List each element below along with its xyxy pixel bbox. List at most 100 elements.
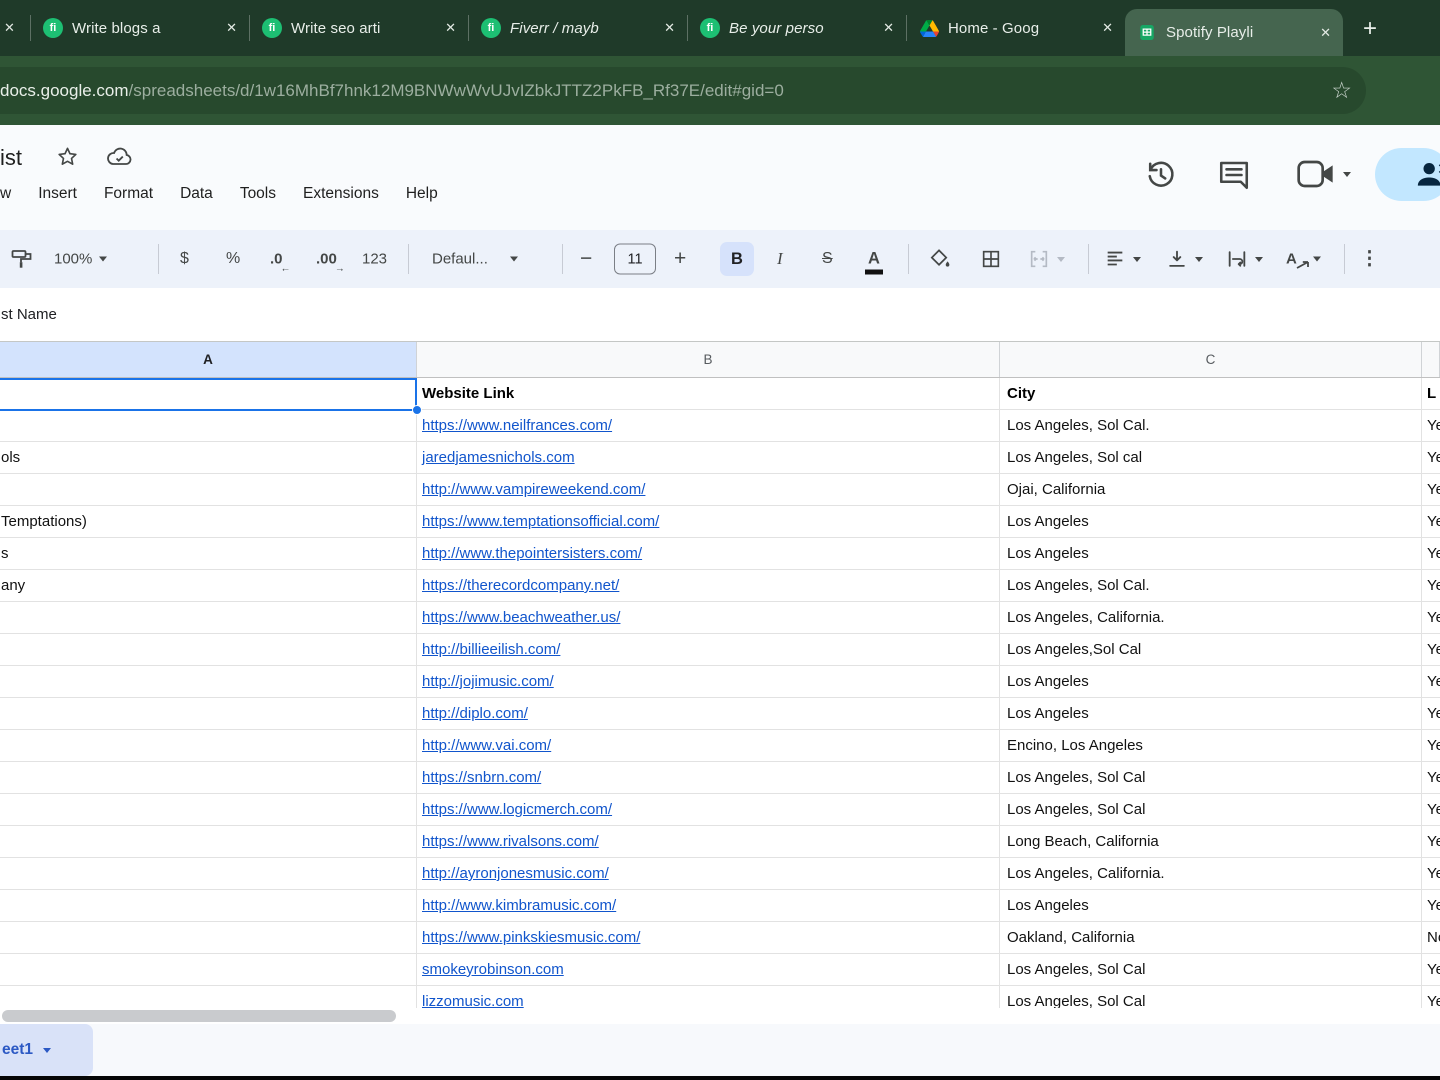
cell-d[interactable]: No	[1422, 922, 1440, 954]
new-tab-button[interactable]: +	[1355, 14, 1385, 44]
cell-b[interactable]: https://www.beachweather.us/	[417, 602, 1000, 634]
sheet-tab-menu-caret[interactable]	[43, 1048, 51, 1053]
cell-a[interactable]	[0, 794, 417, 826]
cell-b[interactable]: http://www.vampireweekend.com/	[417, 474, 1000, 506]
cell-c[interactable]: Los Angeles	[1000, 666, 1422, 698]
column-header-c[interactable]: C	[1000, 342, 1422, 377]
italic-button[interactable]: I	[777, 249, 783, 269]
cell-c[interactable]: Los Angeles, California.	[1000, 602, 1422, 634]
strikethrough-button[interactable]: S	[822, 250, 833, 268]
cell-a[interactable]	[0, 762, 417, 794]
more-formats-button[interactable]: 123	[362, 251, 387, 268]
cell-c[interactable]: Ojai, California	[1000, 474, 1422, 506]
cell-b[interactable]: http://ayronjonesmusic.com/	[417, 858, 1000, 890]
meet-camera-button[interactable]	[1296, 157, 1351, 191]
tab-close-icon[interactable]: ✕	[4, 20, 15, 36]
borders-button[interactable]	[980, 248, 1002, 270]
cell-a[interactable]	[0, 474, 417, 506]
cell-link[interactable]: https://therecordcompany.net/	[422, 577, 619, 594]
cell-b[interactable]: lizzomusic.com	[417, 986, 1000, 1008]
align-dropdown-caret[interactable]	[1133, 257, 1141, 262]
font-size-input[interactable]: 11	[614, 244, 656, 275]
bold-button[interactable]: B	[720, 242, 754, 276]
cell-c[interactable]: Los Angeles, Sol Cal	[1000, 986, 1422, 1008]
cell-a[interactable]	[0, 858, 417, 890]
cell-c[interactable]: Los Angeles, Sol Cal.	[1000, 570, 1422, 602]
text-color-button[interactable]: A	[868, 250, 880, 269]
browser-tab[interactable]: fiBe your perso✕	[688, 0, 906, 56]
cell-d[interactable]: Yes	[1422, 762, 1440, 794]
cell-c[interactable]: Los Angeles, California.	[1000, 858, 1422, 890]
cell-a[interactable]	[0, 954, 417, 986]
cell-c[interactable]: Los Angeles, Sol Cal	[1000, 762, 1422, 794]
cell-a[interactable]	[0, 826, 417, 858]
cell-link[interactable]: lizzomusic.com	[422, 993, 524, 1008]
menu-item-2[interactable]: Format	[104, 185, 153, 203]
cell-d[interactable]: L	[1422, 378, 1440, 410]
menu-item-5[interactable]: Extensions	[303, 185, 379, 203]
cell-b[interactable]: https://www.rivalsons.com/	[417, 826, 1000, 858]
sheet-tab[interactable]: eet1	[0, 1024, 93, 1076]
cell-d[interactable]: Yes	[1422, 954, 1440, 986]
format-percent-button[interactable]: %	[226, 250, 240, 268]
decrease-decimal-button[interactable]: .0←	[270, 251, 283, 268]
cell-b[interactable]: https://www.logicmerch.com/	[417, 794, 1000, 826]
cell-b[interactable]: https://snbrn.com/	[417, 762, 1000, 794]
cell-c[interactable]: Los Angeles,Sol Cal	[1000, 634, 1422, 666]
cell-c[interactable]: Encino, Los Angeles	[1000, 730, 1422, 762]
menu-item-3[interactable]: Data	[180, 185, 213, 203]
cell-d[interactable]: Yes	[1422, 986, 1440, 1008]
formula-bar[interactable]: st Name	[0, 288, 1440, 342]
menu-item-1[interactable]: Insert	[38, 185, 77, 203]
cell-link[interactable]: smokeyrobinson.com	[422, 961, 564, 978]
bookmark-star-icon[interactable]: ☆	[1331, 77, 1352, 104]
cell-a[interactable]: s	[0, 538, 417, 570]
font-select[interactable]: Defaul...	[432, 251, 518, 268]
cell-a[interactable]	[0, 410, 417, 442]
text-rotation-button[interactable]: A	[1286, 251, 1321, 268]
column-header-a[interactable]: A	[0, 342, 417, 377]
horizontal-scrollbar-thumb[interactable]	[2, 1010, 396, 1022]
cell-b[interactable]: Website Link	[417, 378, 1000, 410]
cell-d[interactable]: Yes	[1422, 890, 1440, 922]
browser-tab[interactable]: fiWrite seo arti✕	[250, 0, 468, 56]
paint-format-icon[interactable]	[10, 247, 34, 271]
cell-a[interactable]	[0, 986, 417, 1008]
star-document-icon[interactable]	[56, 145, 79, 168]
cell-d[interactable]: Yes	[1422, 602, 1440, 634]
cell-a[interactable]: Temptations)	[0, 506, 417, 538]
cell-d[interactable]: Yes	[1422, 826, 1440, 858]
cell-b[interactable]: http://billieeilish.com/	[417, 634, 1000, 666]
cell-d[interactable]: Yes	[1422, 730, 1440, 762]
camera-dropdown-caret[interactable]	[1343, 172, 1351, 177]
cell-d[interactable]: Yes	[1422, 794, 1440, 826]
partial-tab[interactable]: ✕	[0, 0, 30, 56]
tab-close-icon[interactable]: ✕	[660, 18, 679, 38]
vertical-align-button[interactable]	[1166, 248, 1203, 270]
cell-c[interactable]: Los Angeles, Sol Cal	[1000, 794, 1422, 826]
cell-link[interactable]: https://www.neilfrances.com/	[422, 417, 612, 434]
cell-link[interactable]: https://www.logicmerch.com/	[422, 801, 612, 818]
cell-a[interactable]: any	[0, 570, 417, 602]
cell-link[interactable]: http://billieeilish.com/	[422, 641, 560, 658]
cell-link[interactable]: https://www.temptationsofficial.com/	[422, 513, 659, 530]
zoom-select[interactable]: 100%	[54, 251, 107, 268]
cell-a[interactable]: ols	[0, 442, 417, 474]
cell-d[interactable]: Yes	[1422, 410, 1440, 442]
cell-b[interactable]: http://diplo.com/	[417, 698, 1000, 730]
cell-link[interactable]: http://www.vampireweekend.com/	[422, 481, 645, 498]
text-wrap-dropdown-caret[interactable]	[1255, 257, 1263, 262]
vertical-align-dropdown-caret[interactable]	[1195, 257, 1203, 262]
fill-color-button[interactable]	[928, 248, 951, 271]
version-history-icon[interactable]	[1143, 157, 1179, 193]
cell-d[interactable]: Yes	[1422, 570, 1440, 602]
cell-b[interactable]: http://jojimusic.com/	[417, 666, 1000, 698]
cell-c[interactable]: Los Angeles, Sol Cal	[1000, 954, 1422, 986]
cell-d[interactable]: Yes	[1422, 442, 1440, 474]
decrease-font-size-button[interactable]: −	[580, 247, 592, 271]
cell-d[interactable]: Yes	[1422, 858, 1440, 890]
cell-b[interactable]: http://www.thepointersisters.com/	[417, 538, 1000, 570]
cell-a[interactable]	[0, 698, 417, 730]
column-header-d[interactable]	[1422, 342, 1440, 377]
cell-b[interactable]: smokeyrobinson.com	[417, 954, 1000, 986]
